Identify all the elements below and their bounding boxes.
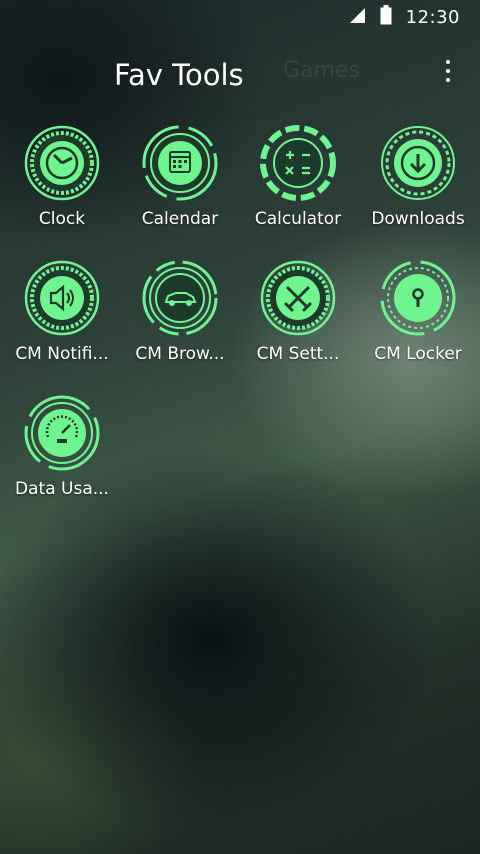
status-bar: 12:30 bbox=[0, 0, 480, 34]
more-vert-icon[interactable] bbox=[438, 56, 458, 86]
signal-icon bbox=[348, 6, 366, 28]
folder-header: Fav Tools Games bbox=[0, 50, 480, 106]
app-calculator[interactable]: Calculator bbox=[238, 125, 358, 245]
car-icon bbox=[142, 260, 218, 336]
app-cm-notifi[interactable]: CM Notifi... bbox=[2, 260, 122, 380]
lock-icon bbox=[380, 260, 456, 336]
app-label: CM Notifi... bbox=[15, 344, 109, 364]
status-time: 12:30 bbox=[405, 6, 460, 28]
speaker-icon bbox=[24, 260, 100, 336]
app-label: Data Usa... bbox=[15, 479, 109, 499]
swords-icon bbox=[260, 260, 336, 336]
tab-fav-tools[interactable]: Fav Tools bbox=[114, 58, 244, 92]
calendar-icon bbox=[142, 125, 218, 201]
app-label: CM Brow... bbox=[135, 344, 225, 364]
app-calendar[interactable]: Calendar bbox=[120, 125, 240, 245]
app-label: CM Locker bbox=[374, 344, 462, 364]
app-cm-browser[interactable]: CM Brow... bbox=[120, 260, 240, 380]
app-downloads[interactable]: Downloads bbox=[358, 125, 478, 245]
app-clock[interactable]: Clock bbox=[2, 125, 122, 245]
app-label: Downloads bbox=[371, 209, 465, 229]
app-cm-locker[interactable]: CM Locker bbox=[358, 260, 478, 380]
speedometer-icon bbox=[24, 395, 100, 471]
download-icon bbox=[381, 126, 455, 200]
tab-games[interactable]: Games bbox=[283, 58, 360, 83]
app-data-usage[interactable]: Data Usa... bbox=[2, 395, 122, 515]
app-label: Calculator bbox=[254, 209, 342, 229]
clock-icon bbox=[24, 125, 100, 201]
app-label: Calendar bbox=[141, 209, 219, 229]
calculator-icon bbox=[260, 125, 336, 201]
app-label: Clock bbox=[38, 209, 86, 229]
app-cm-settings[interactable]: CM Sett... bbox=[238, 260, 358, 380]
battery-icon bbox=[380, 5, 392, 29]
app-label: CM Sett... bbox=[256, 344, 340, 364]
